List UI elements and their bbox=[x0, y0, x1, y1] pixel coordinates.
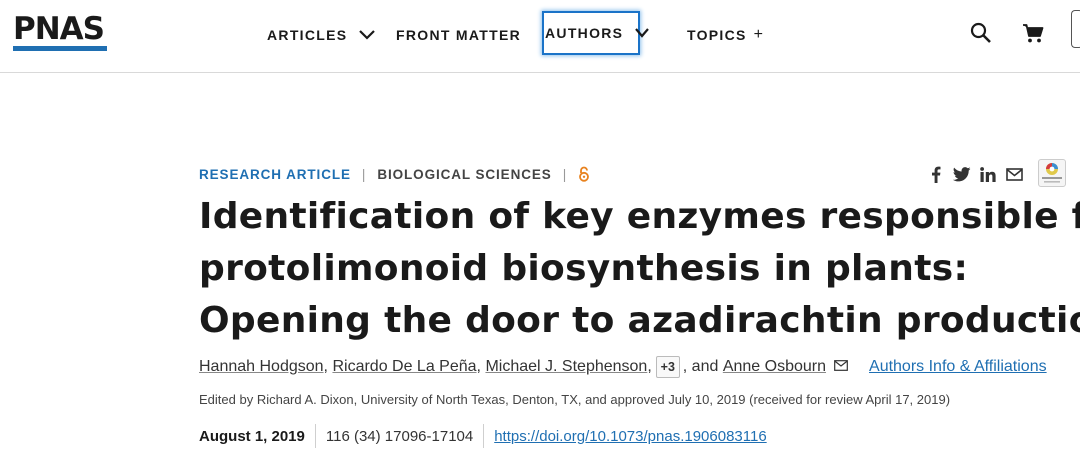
author-comma: , bbox=[476, 358, 481, 375]
authors-info-affiliations-link[interactable]: Authors Info & Affiliations bbox=[869, 358, 1047, 376]
email-icon[interactable] bbox=[1005, 165, 1023, 183]
doi-link[interactable]: https://doi.org/10.1073/pnas.1906083116 bbox=[494, 428, 766, 445]
nav-front-matter-label: FRONT MATTER bbox=[396, 27, 521, 43]
cart-button[interactable] bbox=[1022, 22, 1044, 44]
separator: | bbox=[361, 166, 367, 182]
logo-underline bbox=[13, 46, 107, 51]
author-link[interactable]: Ricardo De La Peña bbox=[332, 358, 476, 376]
share-bar bbox=[927, 164, 1031, 184]
article-title: Identification of key enzymes responsibl… bbox=[199, 191, 1080, 347]
linkedin-icon[interactable] bbox=[979, 165, 997, 183]
separator: | bbox=[562, 166, 568, 182]
chevron-down-icon bbox=[359, 27, 376, 43]
author-comma: , bbox=[647, 358, 652, 375]
pnas-logo[interactable]: PNAS bbox=[13, 14, 108, 52]
title-line: protolimonoid biosynthesis in plants: bbox=[199, 248, 969, 289]
author-list: Hannah Hodgson, Ricardo De La Peña, Mich… bbox=[199, 355, 1047, 379]
citation: 116 (34) 17096-17104 bbox=[325, 427, 474, 445]
publication-date: August 1, 2019 bbox=[199, 427, 305, 445]
search-button[interactable] bbox=[970, 22, 992, 44]
facebook-icon[interactable] bbox=[927, 165, 945, 183]
nav-topics-label: TOPICS bbox=[687, 27, 747, 43]
title-line: Opening the door to azadirachtin product… bbox=[199, 300, 1080, 341]
twitter-icon[interactable] bbox=[953, 165, 971, 183]
divider bbox=[314, 424, 316, 448]
article-meta: RESEARCH ARTICLE | BIOLOGICAL SCIENCES | bbox=[199, 165, 590, 183]
account-menu-edge[interactable] bbox=[1071, 10, 1080, 48]
show-more-authors-button[interactable]: +3 bbox=[655, 356, 680, 378]
nav-articles-label: ARTICLES bbox=[267, 27, 348, 43]
author-conjunction: , and bbox=[682, 358, 719, 375]
chevron-down-icon bbox=[635, 25, 650, 41]
article-type-link[interactable]: RESEARCH ARTICLE bbox=[199, 167, 351, 182]
nav-front-matter[interactable]: FRONT MATTER bbox=[396, 24, 521, 46]
check-for-updates-badge[interactable] bbox=[1038, 159, 1066, 187]
nav-authors[interactable]: AUTHORS bbox=[542, 11, 650, 55]
logo-text: PNAS bbox=[13, 11, 105, 47]
edited-by: Edited by Richard A. Dixon, University o… bbox=[199, 392, 951, 407]
site-header: PNAS ARTICLES FRONT MATTER AUTHORS TOPIC… bbox=[0, 0, 1080, 73]
corresponding-author-email-icon[interactable] bbox=[834, 358, 848, 371]
crossmark-icon bbox=[1042, 163, 1062, 183]
subject-link[interactable]: BIOLOGICAL SCIENCES bbox=[377, 167, 551, 182]
search-icon bbox=[970, 22, 992, 48]
open-access-icon bbox=[578, 166, 590, 182]
author-link[interactable]: Anne Osbourn bbox=[723, 358, 826, 376]
author-link[interactable]: Michael J. Stephenson bbox=[485, 358, 647, 376]
nav-authors-label: AUTHORS bbox=[545, 25, 624, 41]
author-link[interactable]: Hannah Hodgson bbox=[199, 358, 324, 376]
author-comma: , bbox=[323, 358, 328, 375]
nav-topics[interactable]: TOPICS + bbox=[687, 24, 763, 46]
nav-articles[interactable]: ARTICLES bbox=[267, 24, 376, 46]
divider bbox=[483, 424, 485, 448]
plus-icon: + bbox=[753, 26, 764, 43]
cart-icon bbox=[1022, 24, 1044, 48]
title-line: Identification of key enzymes responsibl… bbox=[199, 196, 1080, 237]
publication-info: August 1, 2019 116 (34) 17096-17104 http… bbox=[199, 424, 767, 448]
